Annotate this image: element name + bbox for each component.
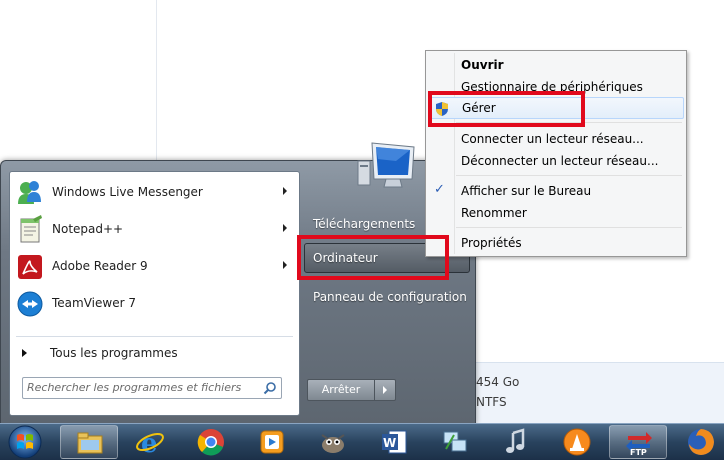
program-label: TeamViewer 7 bbox=[52, 296, 136, 310]
program-teamviewer[interactable]: TeamViewer 7 bbox=[10, 286, 299, 322]
program-notepad-plus-plus[interactable]: Notepad++ bbox=[10, 212, 299, 248]
program-adobe-reader[interactable]: Adobe Reader 9 bbox=[10, 249, 299, 285]
itunes-icon bbox=[506, 428, 525, 453]
search-icon[interactable] bbox=[263, 381, 277, 395]
control-panel-link[interactable]: Panneau de configuration bbox=[313, 290, 467, 304]
menu-item-label: Déconnecter un lecteur réseau... bbox=[461, 154, 659, 168]
adobe-reader-icon bbox=[18, 255, 42, 279]
context-menu-map-network-drive[interactable]: Connecter un lecteur réseau... bbox=[428, 128, 682, 150]
ftp-badge: FTP bbox=[630, 448, 647, 457]
start-search-box[interactable] bbox=[22, 377, 282, 399]
taskbar-media-player[interactable] bbox=[243, 425, 301, 459]
taskbar-chrome[interactable] bbox=[182, 425, 240, 459]
messenger-icon bbox=[18, 181, 41, 204]
menu-separator bbox=[456, 175, 682, 176]
all-programs-arrow-icon bbox=[22, 349, 27, 357]
computer-context-menu: Ouvrir Gestionnaire de périphériques Gér… bbox=[425, 50, 687, 257]
start-orb-icon[interactable] bbox=[5, 424, 45, 460]
vlc-icon bbox=[563, 428, 591, 456]
media-player-icon bbox=[260, 430, 284, 454]
context-menu-show-on-desktop[interactable]: ✓ Afficher sur le Bureau bbox=[428, 180, 682, 202]
taskbar-word[interactable]: W bbox=[365, 425, 423, 459]
network-icon bbox=[443, 431, 467, 452]
taskbar-vlc[interactable] bbox=[548, 425, 606, 459]
program-windows-live-messenger[interactable]: Windows Live Messenger bbox=[10, 175, 299, 211]
menu-item-label: Afficher sur le Bureau bbox=[461, 184, 592, 198]
program-label: Adobe Reader 9 bbox=[52, 259, 148, 273]
program-label: Windows Live Messenger bbox=[52, 185, 203, 199]
downloads-link[interactable]: Téléchargements bbox=[313, 217, 415, 231]
all-programs-label: Tous les programmes bbox=[50, 346, 178, 360]
context-menu-open[interactable]: Ouvrir bbox=[428, 54, 682, 76]
checkmark-icon: ✓ bbox=[434, 182, 445, 197]
taskbar-gimp[interactable] bbox=[304, 425, 362, 459]
menu-item-label: Renommer bbox=[461, 206, 527, 220]
menu-item-label: Ouvrir bbox=[461, 58, 504, 72]
taskbar: e W FTP bbox=[0, 423, 724, 460]
taskbar-itunes[interactable] bbox=[487, 425, 545, 459]
internet-explorer-icon: e bbox=[136, 429, 164, 457]
gimp-icon bbox=[321, 434, 345, 453]
highlight-box-manage bbox=[428, 91, 585, 127]
drive-size: 454 Go bbox=[476, 375, 520, 389]
explorer-pane-divider bbox=[156, 0, 157, 170]
submenu-arrow-icon[interactable] bbox=[283, 261, 287, 269]
taskbar-firefox[interactable] bbox=[672, 425, 724, 459]
shutdown-options-button[interactable] bbox=[374, 379, 396, 401]
notepad-plus-plus-icon bbox=[20, 215, 42, 243]
programs-separator bbox=[16, 336, 293, 337]
taskbar-network[interactable] bbox=[426, 425, 484, 459]
taskbar-internet-explorer[interactable]: e bbox=[121, 425, 179, 459]
svg-text:W: W bbox=[383, 436, 396, 450]
shutdown-button[interactable]: Arrêter bbox=[307, 379, 375, 401]
start-menu-programs-pane: Windows Live Messenger Notepad++ Adobe R… bbox=[9, 171, 300, 416]
chrome-icon bbox=[197, 429, 224, 456]
menu-item-label: Connecter un lecteur réseau... bbox=[461, 132, 644, 146]
computer-icon bbox=[357, 142, 415, 188]
submenu-arrow-icon[interactable] bbox=[283, 187, 287, 195]
all-programs-item[interactable]: Tous les programmes bbox=[10, 342, 299, 366]
drive-details-panel: 454 Go NTFS bbox=[470, 362, 724, 425]
teamviewer-icon bbox=[17, 291, 43, 317]
start-menu: Windows Live Messenger Notepad++ Adobe R… bbox=[0, 142, 476, 425]
search-input[interactable] bbox=[27, 379, 253, 396]
menu-separator bbox=[456, 227, 682, 228]
taskbar-ftp[interactable]: FTP bbox=[609, 425, 667, 459]
firefox-icon bbox=[688, 429, 714, 455]
taskbar-windows-explorer[interactable] bbox=[60, 425, 118, 459]
windows-explorer-icon bbox=[77, 432, 103, 454]
submenu-arrow-icon[interactable] bbox=[283, 224, 287, 232]
context-menu-disconnect-network-drive[interactable]: Déconnecter un lecteur réseau... bbox=[428, 150, 682, 172]
word-icon: W bbox=[382, 430, 407, 454]
menu-item-label: Propriétés bbox=[461, 236, 522, 250]
context-menu-rename[interactable]: Renommer bbox=[428, 202, 682, 224]
drive-filesystem: NTFS bbox=[476, 395, 507, 409]
context-menu-properties[interactable]: Propriétés bbox=[428, 232, 682, 254]
program-label: Notepad++ bbox=[52, 222, 124, 236]
highlight-box-computer bbox=[297, 235, 449, 280]
